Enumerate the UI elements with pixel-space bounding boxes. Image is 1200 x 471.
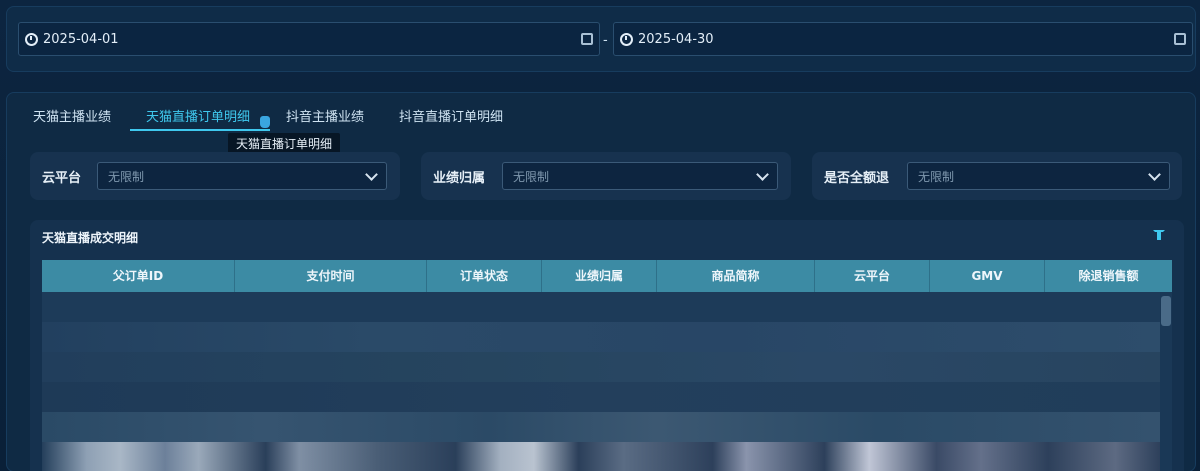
column-header[interactable]: 父订单ID — [42, 260, 235, 292]
table-row — [42, 442, 1160, 471]
end-date-value: 2025-04-30 — [638, 31, 714, 47]
table-row — [42, 412, 1160, 442]
clock-icon — [620, 32, 633, 46]
start-date-value: 2025-04-01 — [43, 31, 119, 47]
calendar-icon[interactable] — [1174, 33, 1186, 45]
column-header[interactable]: GMV — [930, 260, 1045, 292]
column-header[interactable]: 支付时间 — [235, 260, 427, 292]
table-body-blurred — [42, 292, 1160, 471]
full-refund-select[interactable]: 无限制 — [907, 162, 1170, 190]
filter-label: 是否全额退 — [824, 170, 890, 186]
pointer-cursor-icon — [260, 116, 270, 128]
tab-tmall-anchor-performance[interactable]: 天猫主播业绩 — [33, 106, 111, 125]
table-row — [42, 322, 1160, 352]
calendar-icon[interactable] — [581, 33, 593, 45]
column-header[interactable]: 业绩归属 — [542, 260, 657, 292]
tab-douyin-live-order-detail[interactable]: 抖音直播订单明细 — [399, 106, 503, 125]
column-header[interactable]: 订单状态 — [427, 260, 542, 292]
active-tab-indicator — [130, 129, 270, 131]
tab-tmall-live-order-detail[interactable]: 天猫直播订单明细 — [146, 106, 250, 125]
filter-label: 业绩归属 — [433, 170, 486, 186]
filter-full-refund: 是否全额退 无限制 — [812, 152, 1182, 200]
clock-icon — [25, 32, 38, 46]
chevron-down-icon — [365, 168, 378, 181]
column-header[interactable]: 商品简称 — [657, 260, 815, 292]
chevron-down-icon — [756, 168, 769, 181]
table-title: 天猫直播成交明细 — [42, 231, 139, 245]
date-separator: - — [603, 33, 608, 48]
filter-cloud-platform: 云平台 无限制 — [30, 152, 400, 200]
table-row — [42, 352, 1160, 382]
table-row — [42, 292, 1160, 322]
cloud-platform-select[interactable]: 无限制 — [97, 162, 387, 190]
table-row — [42, 382, 1160, 412]
performance-owner-select[interactable]: 无限制 — [502, 162, 778, 190]
select-value: 无限制 — [918, 169, 955, 184]
filter-label: 云平台 — [42, 170, 82, 186]
table-header: 父订单ID 支付时间 订单状态 业绩归属 商品简称 云平台 GMV 除退销售额 — [42, 260, 1172, 292]
chevron-down-icon — [1148, 168, 1161, 181]
select-value: 无限制 — [108, 169, 145, 184]
scrollbar-thumb[interactable] — [1161, 296, 1171, 326]
filter-performance-owner: 业绩归属 无限制 — [421, 152, 791, 200]
filter-icon[interactable] — [1153, 230, 1165, 242]
tab-douyin-anchor-performance[interactable]: 抖音主播业绩 — [286, 106, 364, 125]
column-header[interactable]: 云平台 — [815, 260, 930, 292]
column-header[interactable]: 除退销售额 — [1045, 260, 1172, 292]
select-value: 无限制 — [513, 169, 550, 184]
end-date-field[interactable]: 2025-04-30 — [613, 22, 1193, 56]
start-date-field[interactable]: 2025-04-01 — [18, 22, 600, 56]
